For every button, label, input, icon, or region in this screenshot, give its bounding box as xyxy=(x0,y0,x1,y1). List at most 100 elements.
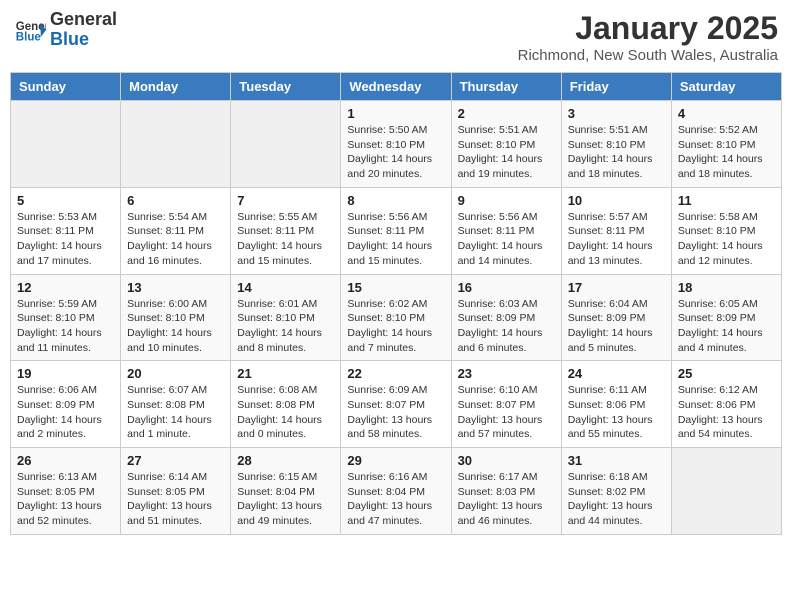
day-info: Sunrise: 5:59 AM Sunset: 8:10 PM Dayligh… xyxy=(17,297,114,356)
day-info: Sunrise: 6:04 AM Sunset: 8:09 PM Dayligh… xyxy=(568,297,665,356)
weekday-header-sunday: Sunday xyxy=(11,73,121,101)
day-number: 29 xyxy=(347,453,444,468)
day-number: 2 xyxy=(458,106,555,121)
day-info: Sunrise: 6:12 AM Sunset: 8:06 PM Dayligh… xyxy=(678,383,775,442)
day-number: 1 xyxy=(347,106,444,121)
day-number: 22 xyxy=(347,366,444,381)
day-info: Sunrise: 5:56 AM Sunset: 8:11 PM Dayligh… xyxy=(458,210,555,269)
day-info: Sunrise: 6:15 AM Sunset: 8:04 PM Dayligh… xyxy=(237,470,334,529)
day-number: 20 xyxy=(127,366,224,381)
logo: General Blue General Blue xyxy=(14,10,117,50)
day-info: Sunrise: 6:09 AM Sunset: 8:07 PM Dayligh… xyxy=(347,383,444,442)
day-info: Sunrise: 5:51 AM Sunset: 8:10 PM Dayligh… xyxy=(568,123,665,182)
day-info: Sunrise: 5:55 AM Sunset: 8:11 PM Dayligh… xyxy=(237,210,334,269)
calendar-cell: 23 Sunrise: 6:10 AM Sunset: 8:07 PM Dayli… xyxy=(451,361,561,448)
day-info: Sunrise: 6:03 AM Sunset: 8:09 PM Dayligh… xyxy=(458,297,555,356)
day-number: 30 xyxy=(458,453,555,468)
calendar-cell: 2 Sunrise: 5:51 AM Sunset: 8:10 PM Daylig… xyxy=(451,101,561,188)
day-number: 12 xyxy=(17,280,114,295)
day-number: 14 xyxy=(237,280,334,295)
weekday-header-tuesday: Tuesday xyxy=(231,73,341,101)
day-number: 19 xyxy=(17,366,114,381)
day-number: 9 xyxy=(458,193,555,208)
calendar-cell: 9 Sunrise: 5:56 AM Sunset: 8:11 PM Daylig… xyxy=(451,187,561,274)
day-info: Sunrise: 5:52 AM Sunset: 8:10 PM Dayligh… xyxy=(678,123,775,182)
calendar-cell xyxy=(121,101,231,188)
svg-text:Blue: Blue xyxy=(16,31,42,43)
calendar-cell: 31Sunrise: 6:18 AM Sunset: 8:02 PM Dayli… xyxy=(561,448,671,535)
day-number: 25 xyxy=(678,366,775,381)
calendar-cell: 20 Sunrise: 6:07 AM Sunset: 8:08 PM Dayli… xyxy=(121,361,231,448)
day-info: Sunrise: 5:56 AM Sunset: 8:11 PM Dayligh… xyxy=(347,210,444,269)
day-info: Sunrise: 6:11 AM Sunset: 8:06 PM Dayligh… xyxy=(568,383,665,442)
logo-blue-text: Blue xyxy=(50,30,117,50)
day-info: Sunrise: 6:18 AM Sunset: 8:02 PM Dayligh… xyxy=(568,470,665,529)
calendar-week-row: 5Sunrise: 5:53 AM Sunset: 8:11 PM Daylig… xyxy=(11,187,782,274)
calendar-cell xyxy=(671,448,781,535)
calendar-cell: 25 Sunrise: 6:12 AM Sunset: 8:06 PM Dayli… xyxy=(671,361,781,448)
page-header: General Blue General Blue January 2025 R… xyxy=(10,10,782,64)
calendar-cell: 15 Sunrise: 6:02 AM Sunset: 8:10 PM Dayli… xyxy=(341,274,451,361)
calendar-week-row: 26 Sunrise: 6:13 AM Sunset: 8:05 PM Dayli… xyxy=(11,448,782,535)
weekday-header-monday: Monday xyxy=(121,73,231,101)
calendar-cell: 6 Sunrise: 5:54 AM Sunset: 8:11 PM Daylig… xyxy=(121,187,231,274)
day-number: 10 xyxy=(568,193,665,208)
logo-general-text: General xyxy=(50,10,117,30)
calendar-cell: 19Sunrise: 6:06 AM Sunset: 8:09 PM Dayli… xyxy=(11,361,121,448)
day-info: Sunrise: 6:00 AM Sunset: 8:10 PM Dayligh… xyxy=(127,297,224,356)
day-info: Sunrise: 6:10 AM Sunset: 8:07 PM Dayligh… xyxy=(458,383,555,442)
day-info: Sunrise: 5:58 AM Sunset: 8:10 PM Dayligh… xyxy=(678,210,775,269)
day-number: 13 xyxy=(127,280,224,295)
day-info: Sunrise: 5:51 AM Sunset: 8:10 PM Dayligh… xyxy=(458,123,555,182)
calendar-cell: 3Sunrise: 5:51 AM Sunset: 8:10 PM Daylig… xyxy=(561,101,671,188)
day-number: 27 xyxy=(127,453,224,468)
day-number: 7 xyxy=(237,193,334,208)
day-number: 26 xyxy=(17,453,114,468)
calendar-table: SundayMondayTuesdayWednesdayThursdayFrid… xyxy=(10,72,782,535)
logo-icon: General Blue xyxy=(14,14,46,46)
calendar-cell: 30 Sunrise: 6:17 AM Sunset: 8:03 PM Dayli… xyxy=(451,448,561,535)
day-number: 23 xyxy=(458,366,555,381)
calendar-cell xyxy=(231,101,341,188)
day-info: Sunrise: 6:14 AM Sunset: 8:05 PM Dayligh… xyxy=(127,470,224,529)
day-info: Sunrise: 6:08 AM Sunset: 8:08 PM Dayligh… xyxy=(237,383,334,442)
weekday-header-friday: Friday xyxy=(561,73,671,101)
day-info: Sunrise: 6:05 AM Sunset: 8:09 PM Dayligh… xyxy=(678,297,775,356)
day-number: 18 xyxy=(678,280,775,295)
weekday-header-thursday: Thursday xyxy=(451,73,561,101)
day-number: 16 xyxy=(458,280,555,295)
day-info: Sunrise: 5:54 AM Sunset: 8:11 PM Dayligh… xyxy=(127,210,224,269)
calendar-cell: 7 Sunrise: 5:55 AM Sunset: 8:11 PM Daylig… xyxy=(231,187,341,274)
day-number: 24 xyxy=(568,366,665,381)
day-number: 28 xyxy=(237,453,334,468)
calendar-cell: 1 Sunrise: 5:50 AM Sunset: 8:10 PM Daylig… xyxy=(341,101,451,188)
day-info: Sunrise: 6:17 AM Sunset: 8:03 PM Dayligh… xyxy=(458,470,555,529)
day-info: Sunrise: 6:13 AM Sunset: 8:05 PM Dayligh… xyxy=(17,470,114,529)
day-number: 8 xyxy=(347,193,444,208)
calendar-cell: 14 Sunrise: 6:01 AM Sunset: 8:10 PM Dayli… xyxy=(231,274,341,361)
calendar-week-row: 19Sunrise: 6:06 AM Sunset: 8:09 PM Dayli… xyxy=(11,361,782,448)
calendar-cell: 12 Sunrise: 5:59 AM Sunset: 8:10 PM Dayli… xyxy=(11,274,121,361)
day-number: 11 xyxy=(678,193,775,208)
calendar-cell: 10Sunrise: 5:57 AM Sunset: 8:11 PM Dayli… xyxy=(561,187,671,274)
location-text: Richmond, New South Wales, Australia xyxy=(518,47,778,64)
weekday-header-wednesday: Wednesday xyxy=(341,73,451,101)
day-info: Sunrise: 6:16 AM Sunset: 8:04 PM Dayligh… xyxy=(347,470,444,529)
day-number: 5 xyxy=(17,193,114,208)
day-info: Sunrise: 5:50 AM Sunset: 8:10 PM Dayligh… xyxy=(347,123,444,182)
day-info: Sunrise: 6:07 AM Sunset: 8:08 PM Dayligh… xyxy=(127,383,224,442)
calendar-cell: 13 Sunrise: 6:00 AM Sunset: 8:10 PM Dayli… xyxy=(121,274,231,361)
calendar-cell: 16 Sunrise: 6:03 AM Sunset: 8:09 PM Dayli… xyxy=(451,274,561,361)
day-info: Sunrise: 6:01 AM Sunset: 8:10 PM Dayligh… xyxy=(237,297,334,356)
calendar-cell: 11 Sunrise: 5:58 AM Sunset: 8:10 PM Dayli… xyxy=(671,187,781,274)
day-number: 15 xyxy=(347,280,444,295)
calendar-week-row: 12 Sunrise: 5:59 AM Sunset: 8:10 PM Dayli… xyxy=(11,274,782,361)
calendar-cell: 4Sunrise: 5:52 AM Sunset: 8:10 PM Daylig… xyxy=(671,101,781,188)
calendar-cell: 24 Sunrise: 6:11 AM Sunset: 8:06 PM Dayli… xyxy=(561,361,671,448)
calendar-cell: 21Sunrise: 6:08 AM Sunset: 8:08 PM Dayli… xyxy=(231,361,341,448)
logo-text: General Blue xyxy=(50,10,117,50)
calendar-cell: 5Sunrise: 5:53 AM Sunset: 8:11 PM Daylig… xyxy=(11,187,121,274)
day-number: 6 xyxy=(127,193,224,208)
calendar-cell: 26 Sunrise: 6:13 AM Sunset: 8:05 PM Dayli… xyxy=(11,448,121,535)
day-info: Sunrise: 6:02 AM Sunset: 8:10 PM Dayligh… xyxy=(347,297,444,356)
